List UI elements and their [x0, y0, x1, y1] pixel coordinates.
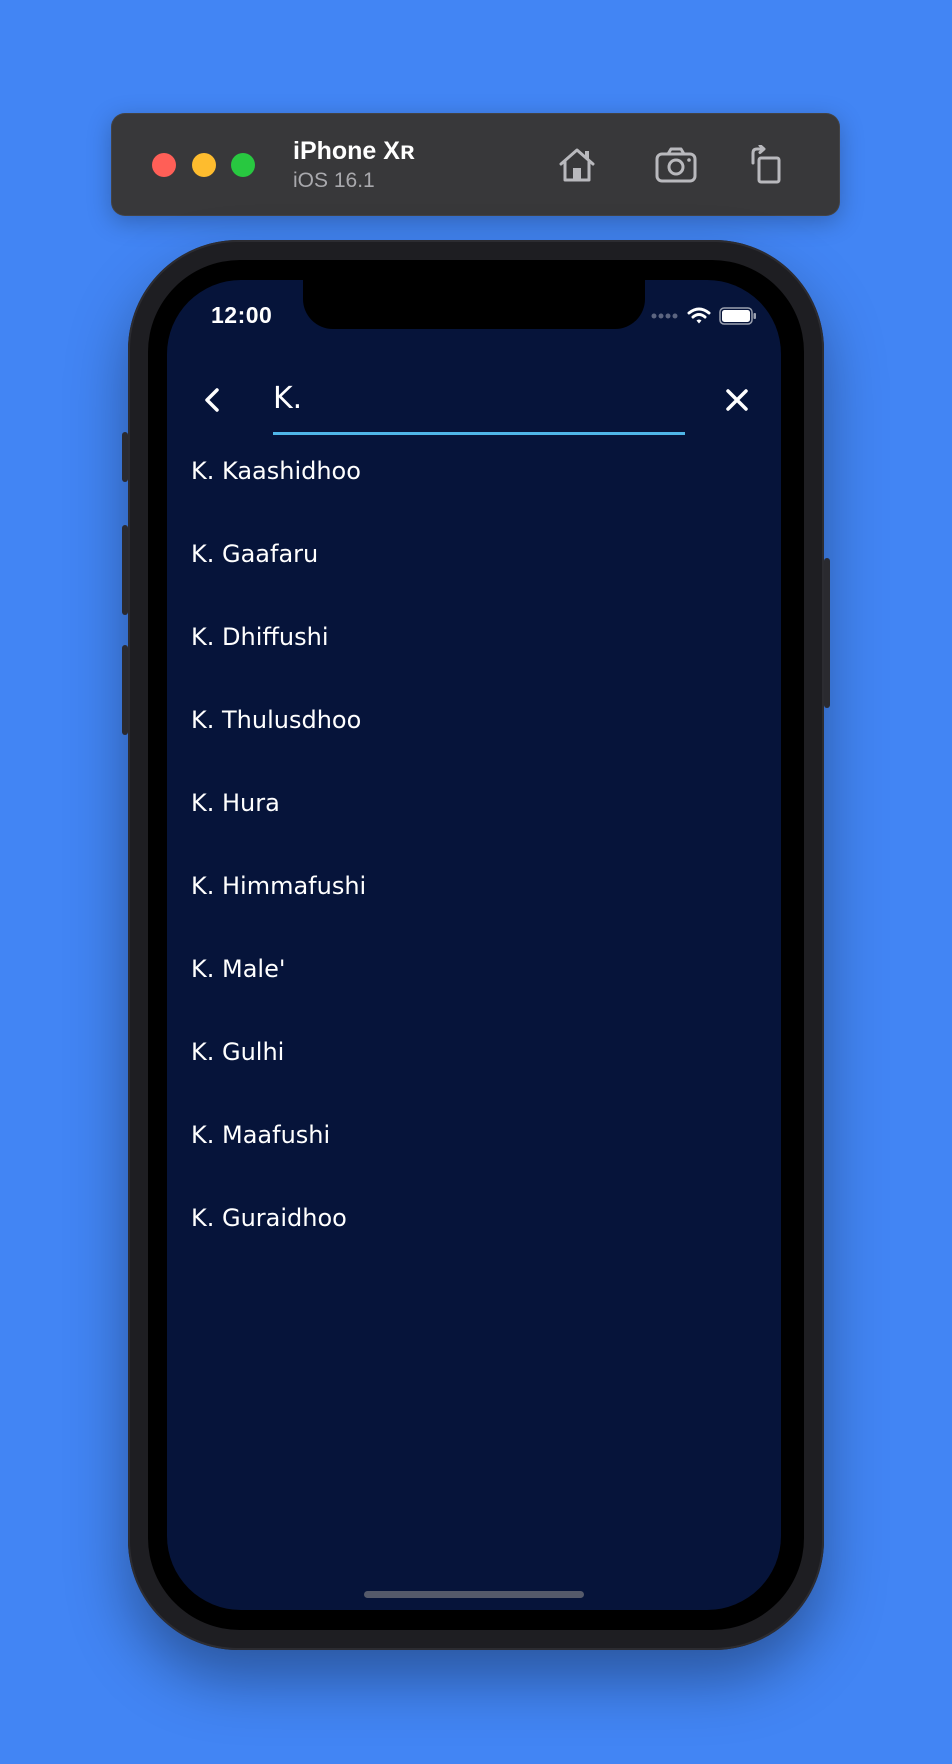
phone-screen: 12:00 K. K. Kaashidhoo K. Gaafaru K. Dhi… [167, 280, 781, 1610]
search-underline [273, 432, 685, 435]
status-icons [651, 306, 757, 326]
phone-bezel: 12:00 K. K. Kaashidhoo K. Gaafaru K. Dhi… [148, 260, 804, 1630]
device-name: iPhone Xʀ [293, 137, 415, 165]
screenshot-icon[interactable] [654, 143, 698, 187]
simulator-toolbar: iPhone Xʀ iOS 16.1 [111, 113, 840, 216]
chevron-left-icon [205, 388, 219, 412]
list-item[interactable]: K. Hura [167, 788, 781, 871]
volume-up-button [122, 525, 128, 615]
clear-search-button[interactable] [717, 380, 757, 420]
list-item[interactable]: K. Maafushi [167, 1120, 781, 1203]
power-button [824, 558, 830, 708]
back-button[interactable] [193, 380, 233, 420]
cellular-signal-icon [651, 313, 678, 319]
list-item[interactable]: K. Gulhi [167, 1037, 781, 1120]
silent-switch [122, 432, 128, 482]
search-results-list: K. Kaashidhoo K. Gaafaru K. Dhiffushi K.… [167, 456, 781, 1286]
list-item[interactable]: K. Dhiffushi [167, 622, 781, 705]
wifi-icon [687, 307, 711, 324]
phone-frame: 12:00 K. K. Kaashidhoo K. Gaafaru K. Dhi… [122, 240, 830, 1650]
home-indicator[interactable] [364, 1591, 584, 1598]
list-item[interactable]: K. Kaashidhoo [167, 456, 781, 539]
notch [303, 280, 645, 329]
close-window-button[interactable] [152, 153, 176, 177]
status-time: 12:00 [211, 302, 273, 328]
zoom-window-button[interactable] [231, 153, 255, 177]
list-item[interactable]: K. Gaafaru [167, 539, 781, 622]
list-item[interactable]: K. Thulusdhoo [167, 705, 781, 788]
search-field [273, 360, 685, 436]
home-icon[interactable] [555, 143, 599, 187]
device-os-version: iOS 16.1 [293, 169, 375, 192]
search-input[interactable] [273, 376, 685, 420]
minimize-window-button[interactable] [192, 153, 216, 177]
volume-down-button [122, 645, 128, 735]
list-item[interactable]: K. Guraidhoo [167, 1203, 781, 1286]
search-app-bar [167, 360, 781, 440]
battery-icon [719, 307, 756, 325]
rotate-icon[interactable] [745, 143, 789, 187]
list-item[interactable]: K. Male' [167, 954, 781, 1037]
list-item[interactable]: K. Himmafushi [167, 871, 781, 954]
close-icon [726, 389, 748, 411]
